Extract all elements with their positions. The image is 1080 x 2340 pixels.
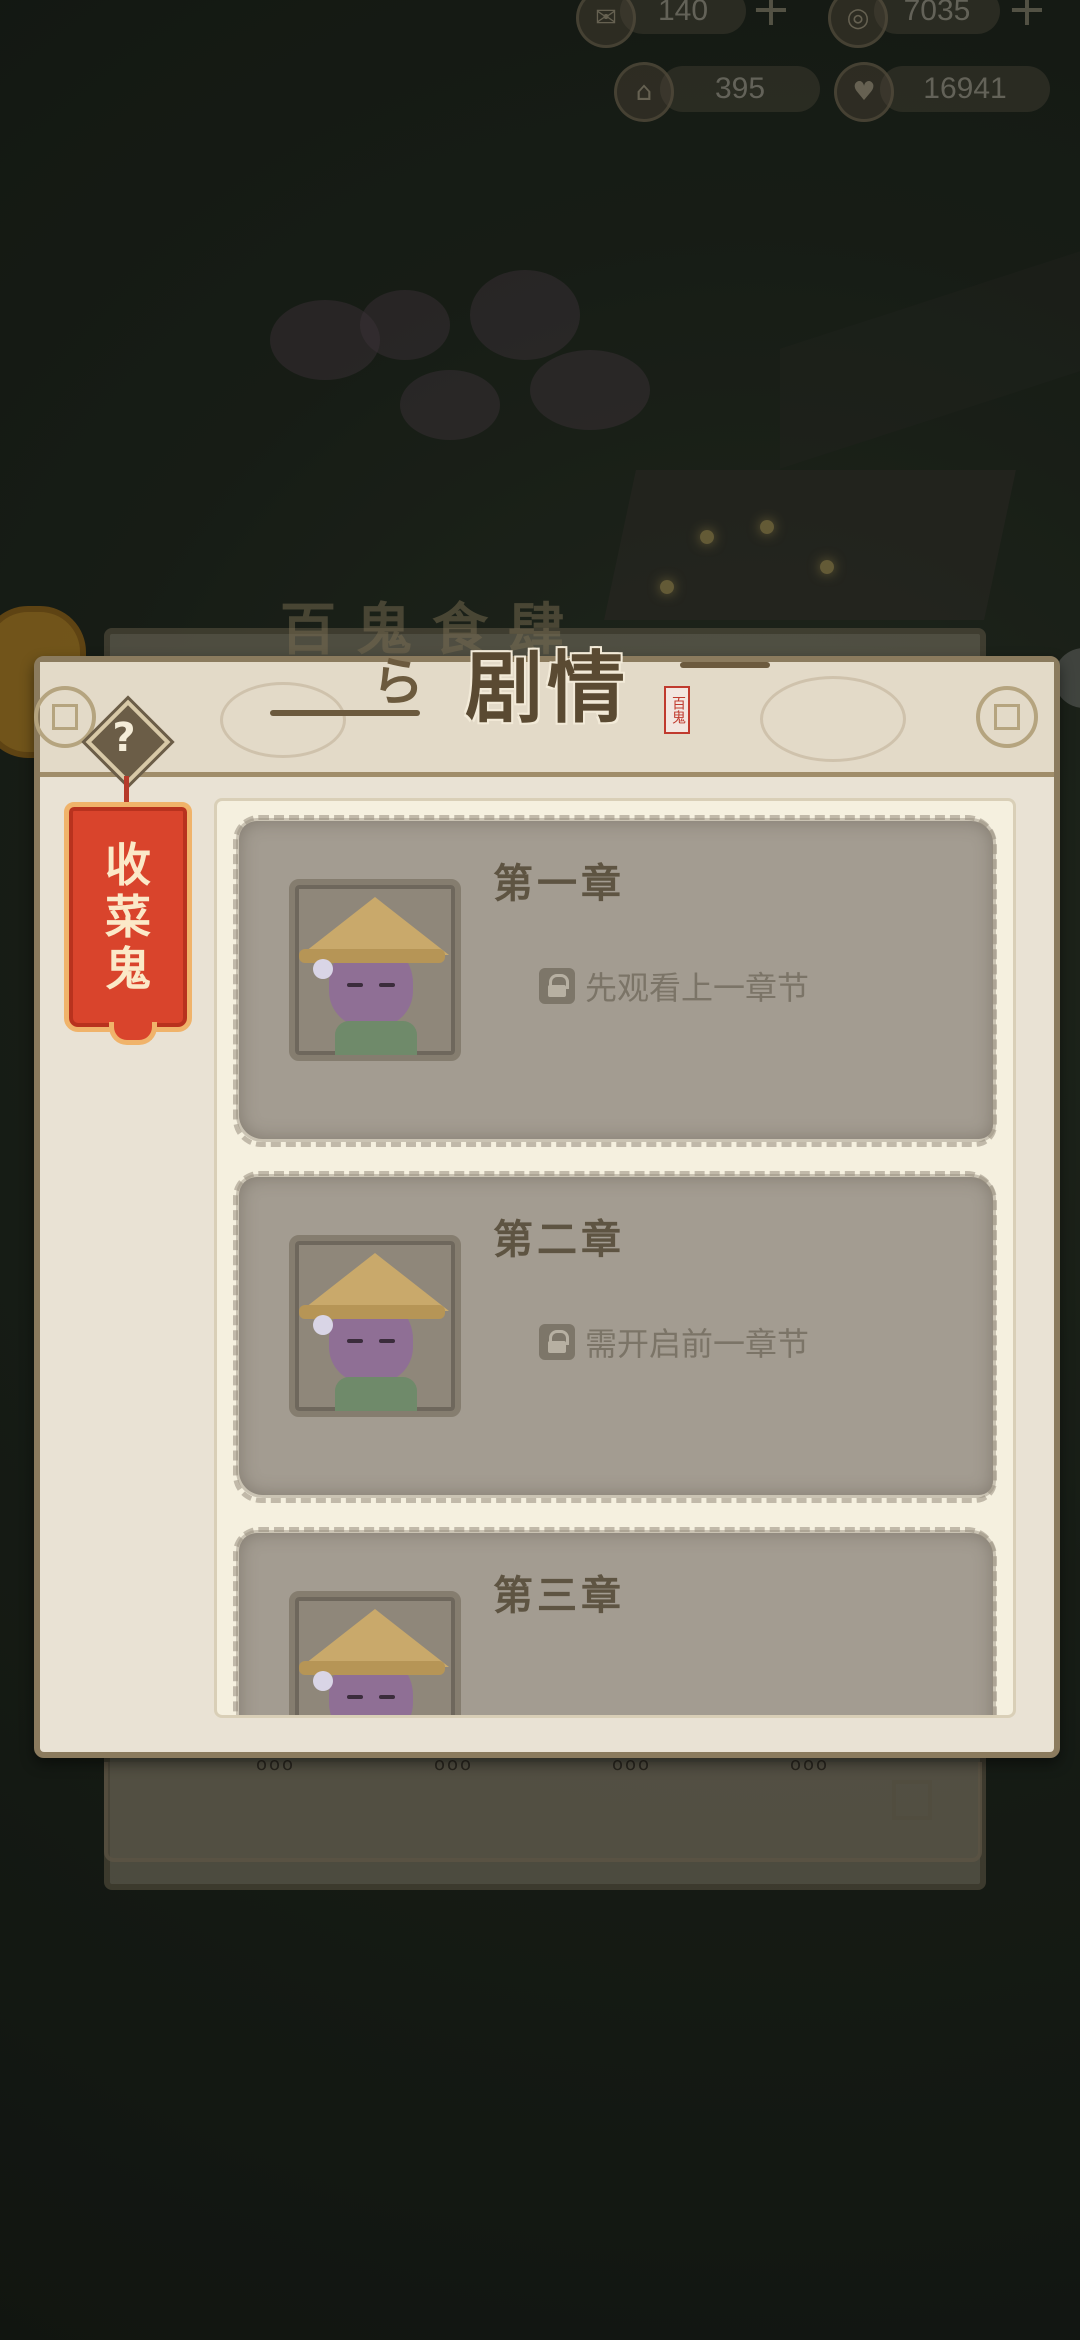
category-tab-vegetable-ghost[interactable]: 收菜鬼 bbox=[64, 802, 192, 1045]
chapter-card[interactable]: 第二章 需开启前一章节 bbox=[233, 1171, 997, 1503]
game-screen: ✉ 140 + ◎ 7035 + ⌂ 395 ♥ 16941 百鬼食肆 ooo … bbox=[0, 0, 1080, 2340]
chapter-card[interactable]: 第一章 先观看上一章节 bbox=[233, 815, 997, 1147]
straw-hat bbox=[301, 897, 449, 955]
dialog-title-bar: ら 剧情 百鬼 bbox=[40, 622, 1054, 742]
cloud-swirl-icon: ら bbox=[372, 653, 425, 713]
help-icon[interactable]: ? bbox=[98, 712, 150, 764]
character-eye bbox=[379, 1339, 395, 1343]
story-dialog: ら 剧情 百鬼 ? 收菜鬼 第一章 先观看上一章节 第二章 需开启前一章节 第三… bbox=[34, 643, 1060, 1758]
lock-icon bbox=[539, 1324, 575, 1360]
character-body bbox=[335, 1377, 417, 1411]
chapter-card[interactable]: 第三章 bbox=[233, 1527, 997, 1715]
character-eye bbox=[347, 1695, 363, 1699]
chapter-title: 第三章 bbox=[493, 1573, 625, 1619]
flower-ornament bbox=[313, 1315, 333, 1335]
straw-hat bbox=[301, 1609, 449, 1667]
character-eye bbox=[379, 1695, 395, 1699]
chapter-title: 第二章 bbox=[493, 1217, 625, 1263]
straw-hat bbox=[301, 1253, 449, 1311]
chapter-lock-status: 先观看上一章节 bbox=[539, 963, 809, 1009]
character-eye bbox=[347, 1339, 363, 1343]
category-tab-label: 收菜鬼 bbox=[105, 838, 151, 996]
chapter-lock-text: 需开启前一章节 bbox=[585, 1325, 810, 1363]
lock-icon bbox=[539, 968, 575, 1004]
title-line-right bbox=[680, 662, 770, 668]
character-portrait bbox=[289, 1591, 461, 1715]
chapter-list[interactable]: 第一章 先观看上一章节 第二章 需开启前一章节 第三章 bbox=[214, 798, 1016, 1718]
character-portrait bbox=[289, 879, 461, 1061]
flower-ornament bbox=[313, 1671, 333, 1691]
character-body bbox=[335, 1021, 417, 1055]
character-eye bbox=[347, 983, 363, 987]
chapter-lock-text: 先观看上一章节 bbox=[585, 969, 810, 1007]
dialog-title: 剧情 bbox=[464, 643, 629, 734]
character-eye bbox=[379, 983, 395, 987]
flower-ornament bbox=[313, 959, 333, 979]
chapter-lock-status: 需开启前一章节 bbox=[539, 1319, 809, 1365]
character-portrait bbox=[289, 1235, 461, 1417]
title-seal-stamp: 百鬼 bbox=[664, 686, 690, 734]
chapter-title: 第一章 bbox=[493, 861, 625, 907]
